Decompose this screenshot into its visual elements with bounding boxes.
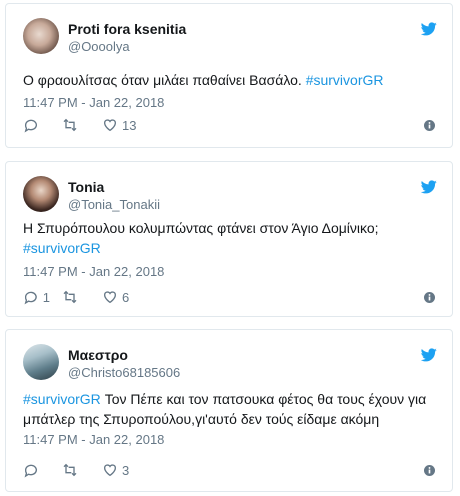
twitter-bird-icon[interactable]	[421, 180, 437, 194]
tweet-card[interactable]: Μαεστρο @Christo68185606 #survivorGR Τον…	[5, 329, 453, 492]
tweet-text: Η Σπυρόπουλου κολυμπώντας φτάνει στον Άγ…	[23, 218, 438, 258]
timestamp[interactable]: 11:47 PM - Jan 22, 2018	[23, 264, 164, 279]
reply-icon	[24, 464, 37, 478]
tweet-text: #survivorGR Τον Πέπε και τον πατσουκα φέ…	[23, 389, 438, 429]
tweet-actions: 3	[23, 461, 141, 479]
like-count: 6	[122, 289, 130, 305]
user-handle[interactable]: @Christo68185606	[68, 365, 180, 380]
tweet-card[interactable]: Proti fora ksenitia @Oooolya Ο φραουλίτσ…	[5, 3, 453, 148]
tweet-actions: 13	[23, 116, 148, 134]
hashtag-link[interactable]: #survivorGR	[23, 391, 101, 407]
user-avatar-icon[interactable]	[23, 176, 59, 212]
reply-button[interactable]	[23, 462, 50, 478]
reply-icon	[24, 119, 37, 133]
heart-icon	[104, 464, 116, 477]
timestamp[interactable]: 11:47 PM - Jan 22, 2018	[23, 95, 164, 110]
like-button[interactable]: 13	[102, 117, 136, 133]
tweet-text: Ο φραουλίτσας όταν μιλάει παθαίνει Βασάλ…	[23, 70, 438, 90]
retweet-button[interactable]	[62, 117, 90, 133]
tweet-actions: 1 6	[23, 288, 141, 306]
retweet-button[interactable]	[62, 462, 90, 478]
twitter-bird-icon[interactable]	[421, 348, 437, 362]
reply-icon	[24, 291, 37, 305]
user-handle[interactable]: @Tonia_Tonakii	[68, 197, 160, 212]
timestamp[interactable]: 11:47 PM - Jan 22, 2018	[23, 432, 164, 447]
info-icon[interactable]	[424, 292, 435, 303]
reply-count: 1	[42, 289, 50, 305]
like-count: 3	[122, 462, 130, 478]
hashtag-link[interactable]: #survivorGR	[23, 240, 101, 256]
info-icon[interactable]	[424, 465, 435, 476]
tweet-card[interactable]: Tonia @Tonia_Tonakii Η Σπυρόπουλου κολυμ…	[5, 161, 453, 317]
display-name[interactable]: Tonia	[68, 179, 104, 195]
user-avatar-icon[interactable]	[23, 344, 59, 380]
display-name[interactable]: Μαεστρο	[68, 347, 128, 363]
like-button[interactable]: 3	[102, 462, 129, 478]
like-count: 13	[122, 117, 137, 133]
retweet-button[interactable]	[62, 289, 90, 305]
user-handle[interactable]: @Oooolya	[68, 39, 130, 54]
reply-button[interactable]: 1	[23, 289, 50, 305]
tweet-body: Η Σπυρόπουλου κολυμπώντας φτάνει στον Άγ…	[23, 220, 379, 236]
retweet-icon	[63, 290, 77, 304]
user-avatar-icon[interactable]	[23, 18, 59, 54]
retweet-icon	[63, 118, 77, 132]
like-button[interactable]: 6	[102, 289, 129, 305]
retweet-icon	[63, 463, 77, 477]
heart-icon	[104, 291, 116, 304]
tweet-feed: Proti fora ksenitia @Oooolya Ο φραουλίτσ…	[0, 0, 460, 496]
heart-icon	[104, 119, 116, 132]
info-icon[interactable]	[424, 120, 435, 131]
hashtag-link[interactable]: #survivorGR	[306, 72, 384, 88]
twitter-bird-icon[interactable]	[421, 22, 437, 36]
reply-button[interactable]	[23, 117, 50, 133]
display-name[interactable]: Proti fora ksenitia	[68, 21, 186, 37]
tweet-body: Ο φραουλίτσας όταν μιλάει παθαίνει Βασάλ…	[23, 72, 302, 88]
